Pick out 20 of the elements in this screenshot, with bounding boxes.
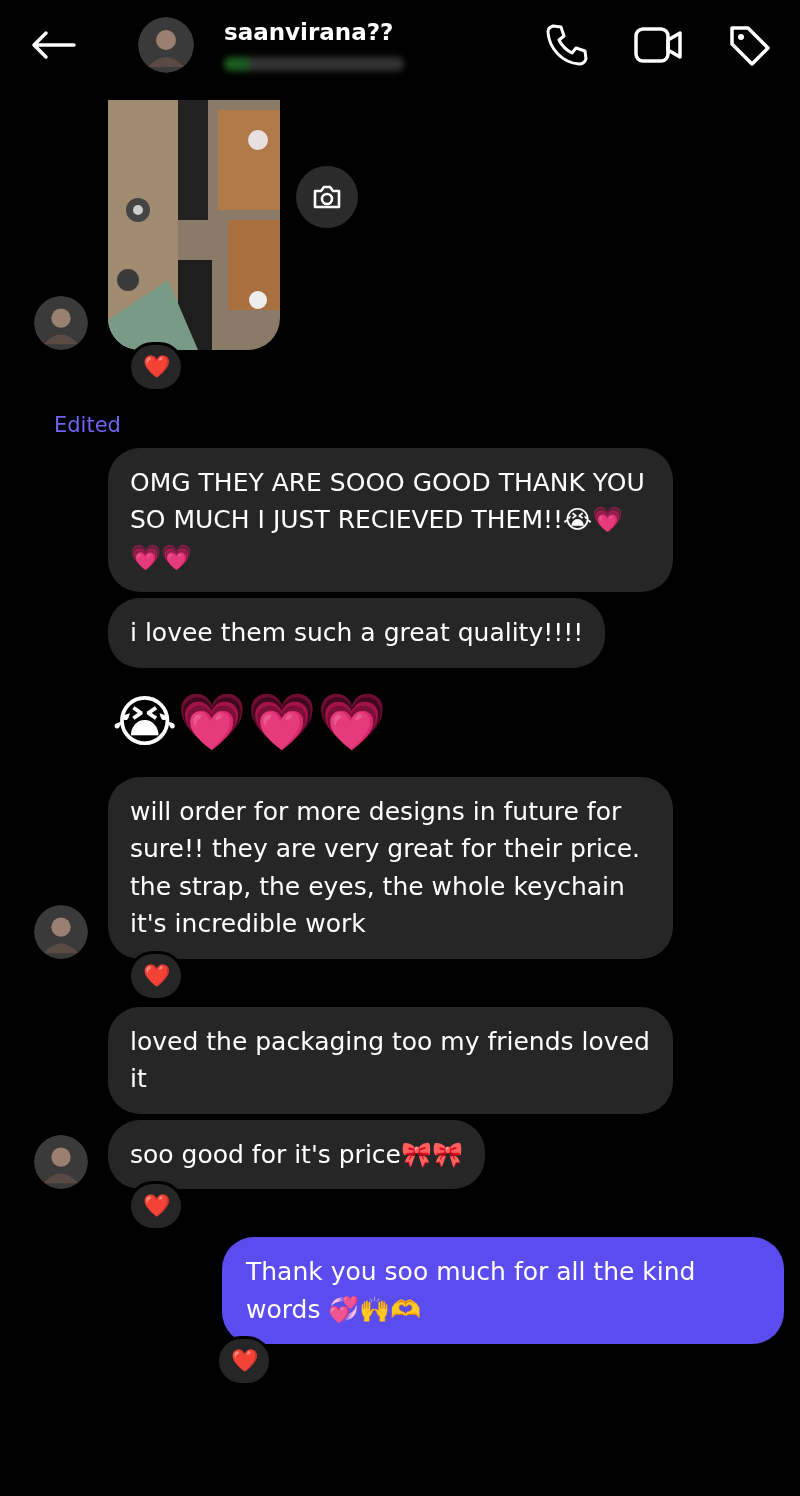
message-bubble: OMG THEY ARE SOOO GOOD THANK YOU SO MUCH I JUST RECIEVED THEM!!😭💗💗💗	[108, 447, 673, 592]
avatar[interactable]	[34, 904, 88, 959]
contact-name: saanvirana??	[224, 19, 395, 47]
message-bubble: will order for more designs in future for sure!! they are very great for their price. the strap, the eyes, the whole keychain it's incredible work	[108, 776, 673, 959]
heart-reaction[interactable]: ❤	[128, 342, 184, 392]
heart-reaction[interactable]: ❤	[128, 950, 184, 1001]
phone-icon[interactable]	[544, 24, 588, 66]
tag-icon[interactable]	[728, 24, 772, 66]
message-bubble: Thank you soo much for all the kind words 💞🙌🫶	[222, 1237, 784, 1345]
emoji-message: 😭💗💗💗	[112, 687, 388, 755]
edited-label: Edited	[54, 412, 122, 439]
avatar[interactable]	[138, 17, 194, 73]
avatar[interactable]	[34, 1135, 88, 1190]
message-bubble: loved the packaging too my friends loved it	[108, 1006, 673, 1114]
back-icon[interactable]	[30, 30, 76, 60]
camera-icon	[312, 184, 342, 210]
message-bubble: i lovee them such a great quality!!!!	[108, 598, 606, 668]
message-bubble: soo good for it's price🎀🎀	[108, 1119, 485, 1190]
avatar[interactable]	[34, 296, 88, 350]
video-call-icon[interactable]	[634, 25, 682, 65]
